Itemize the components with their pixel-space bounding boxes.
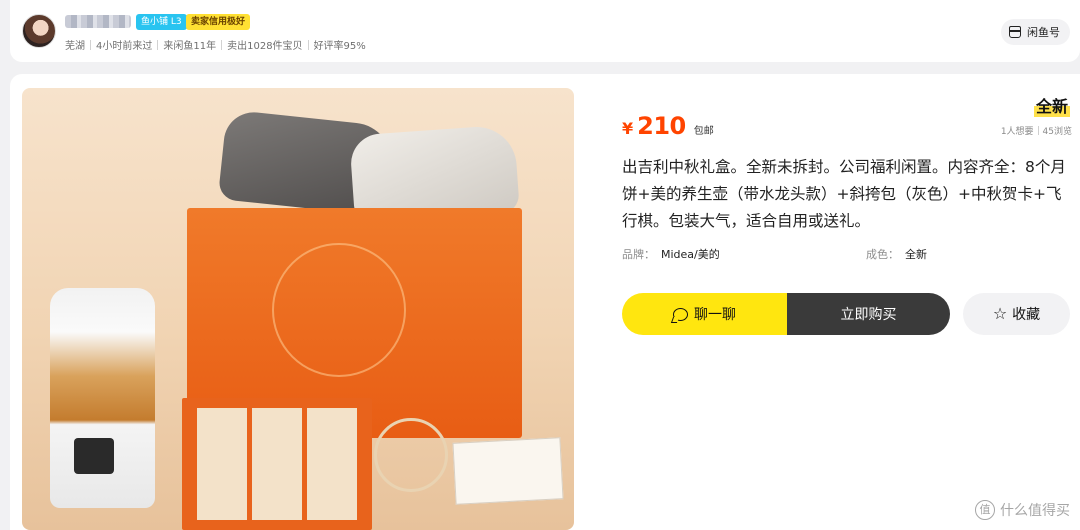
seller-location: 芜湖 [65, 41, 85, 52]
store-icon [1009, 26, 1021, 38]
attribute-brand: 品牌： Midea/美的 [622, 246, 720, 262]
watermark-text: 什么值得买 [1000, 503, 1070, 519]
wants-count: 1人想要 [1000, 127, 1034, 137]
star-icon: ☆ [992, 304, 1008, 323]
meta-divider [307, 39, 309, 50]
seller-avatar[interactable] [22, 14, 56, 48]
shipping-label: 包邮 [693, 126, 714, 137]
favorite-label: 收藏 [1012, 307, 1041, 323]
attribute-value: 全新 [905, 248, 927, 261]
views-count: 45浏览 [1042, 127, 1072, 137]
seller-items-sold: 卖出1028件宝贝 [227, 41, 303, 52]
seller-credit-badge: 卖家信用极好 [186, 14, 251, 30]
photo-mooncakes [197, 408, 357, 520]
meta-divider [90, 39, 91, 50]
photo-ring-stand [374, 418, 448, 492]
seller-name-blurred[interactable] [65, 15, 131, 28]
attribute-key: 品牌： [622, 248, 655, 261]
xianyu-id-label: 闲鱼号 [1027, 26, 1060, 39]
price: ¥ 210 包邮 [622, 112, 714, 140]
meta-divider [221, 39, 223, 50]
chat-button[interactable]: 聊一聊 [622, 293, 787, 335]
buy-now-label: 立即购买 [840, 307, 897, 323]
chat-icon [673, 307, 688, 321]
watermark-logo-icon: 值 [975, 500, 995, 520]
price-amount: 210 [637, 112, 686, 140]
buy-now-button[interactable]: 立即购买 [787, 293, 950, 335]
product-card: 全新 ¥ 210 包邮 1人想要 45浏览 出吉利中秋礼盒。全新未拆封。公司福利… [10, 74, 1080, 530]
chat-button-label: 聊一聊 [694, 307, 736, 323]
product-stats: 1人想要 45浏览 [1001, 124, 1072, 137]
attribute-condition: 成色： 全新 [866, 246, 927, 262]
attribute-value: Midea/美的 [661, 248, 720, 261]
seller-header: 鱼小铺 L3 卖家信用极好 芜湖 4小时前来过 来闲鱼11年 卖出1028件宝贝… [10, 0, 1080, 62]
photo-health-kettle [50, 288, 155, 508]
photo-greeting-card [452, 437, 564, 505]
seller-meta: 芜湖 4小时前来过 来闲鱼11年 卖出1028件宝贝 好评率95% [65, 37, 366, 52]
product-description: 出吉利中秋礼盒。全新未拆封。公司福利闲置。内容齐全：8个月饼+美的养生壶（带水龙… [622, 158, 1066, 230]
attribute-key: 成色： [866, 248, 899, 261]
price-currency: ¥ [622, 119, 634, 138]
meta-divider [157, 39, 159, 50]
stats-divider [1037, 126, 1039, 135]
product-photo[interactable] [22, 88, 574, 530]
seller-last-active: 4小时前来过 [96, 41, 153, 52]
seller-rating: 好评率95% [313, 41, 366, 52]
favorite-button[interactable]: ☆ 收藏 [963, 293, 1070, 335]
seller-tenure: 来闲鱼11年 [163, 41, 217, 52]
xianyu-id-button[interactable]: 闲鱼号 [1001, 19, 1070, 45]
seller-level-badge: 鱼小铺 L3 [136, 14, 187, 30]
site-watermark: 值 什么值得买 [975, 500, 1070, 520]
condition-tag: 全新 [1033, 93, 1070, 117]
